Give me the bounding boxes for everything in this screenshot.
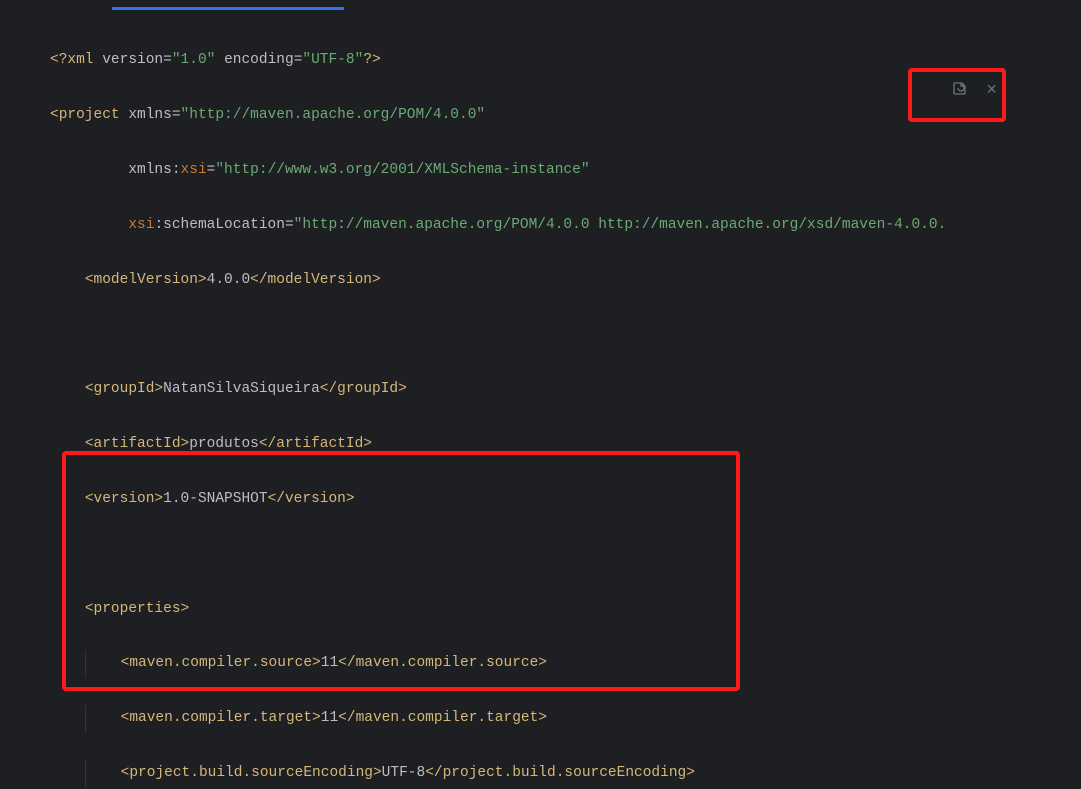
code-line[interactable]: <modelVersion>4.0.0</modelVersion> <box>50 267 1081 294</box>
code-line[interactable]: xsi:schemaLocation="http://maven.apache.… <box>50 212 1081 239</box>
code-line[interactable]: <maven.compiler.source>11</maven.compile… <box>50 650 1081 677</box>
code-line[interactable]: <groupId>NatanSilvaSiqueira</groupId> <box>50 376 1081 403</box>
code-line[interactable]: xmlns:xsi="http://www.w3.org/2001/XMLSch… <box>50 157 1081 184</box>
code-content[interactable]: <?xml version="1.0" encoding="UTF-8"?> <… <box>40 10 1081 789</box>
code-editor[interactable]: × 💡 <?xml version="1.0" encoding="UTF-8"… <box>0 0 1081 789</box>
code-line[interactable]: <project xmlns="http://maven.apache.org/… <box>50 102 1081 129</box>
code-line[interactable]: <properties> <box>50 596 1081 623</box>
code-line[interactable]: <?xml version="1.0" encoding="UTF-8"?> <box>50 47 1081 74</box>
code-line[interactable] <box>50 541 1081 568</box>
code-line[interactable]: <maven.compiler.target>11</maven.compile… <box>50 705 1081 732</box>
code-line[interactable]: <artifactId>produtos</artifactId> <box>50 431 1081 458</box>
code-line[interactable]: <version>1.0-SNAPSHOT</version> <box>50 486 1081 513</box>
code-line[interactable] <box>50 321 1081 348</box>
code-line[interactable]: <project.build.sourceEncoding>UTF-8</pro… <box>50 760 1081 787</box>
editor-gutter <box>0 10 40 789</box>
